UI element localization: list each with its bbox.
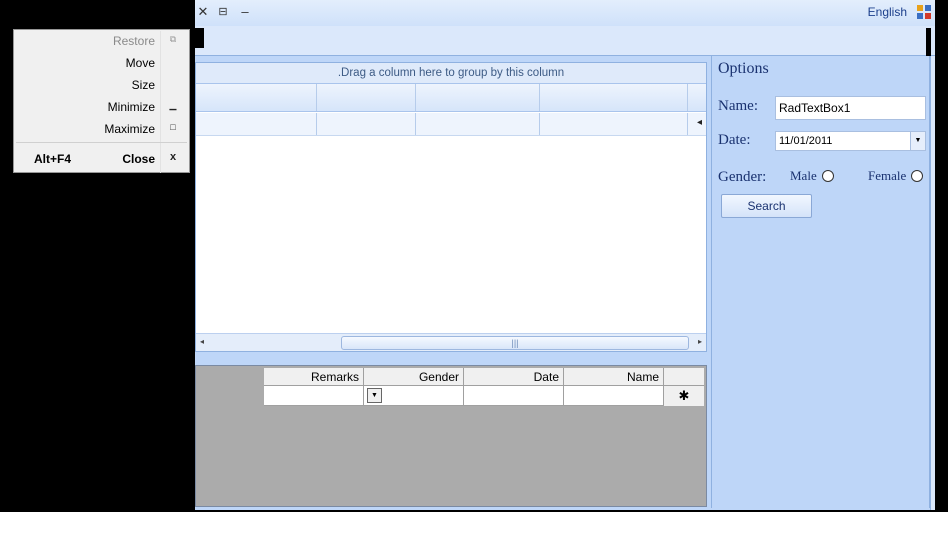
cell-divider: [316, 113, 317, 135]
close-shortcut: Alt+F4: [34, 152, 72, 166]
menu-item-label: Minimize: [107, 100, 155, 114]
desktop-bottom-strip: [0, 512, 948, 540]
menu-item-minimize[interactable]: Minimize ▁: [14, 96, 189, 118]
options-title: Options: [718, 60, 769, 77]
restore-icon: ⧉: [169, 34, 177, 44]
female-label[interactable]: Female: [868, 168, 906, 184]
options-panel: Options Name: RadTextBox1 Date: 11/01/20…: [711, 56, 930, 508]
menu-item-label: Size: [131, 78, 155, 92]
cell-divider: [687, 113, 688, 135]
menu-separator: [16, 142, 187, 143]
column-divider[interactable]: [415, 84, 416, 111]
window-right-edge: [930, 56, 935, 510]
horizontal-scrollbar[interactable]: ◂ ||| ▸: [196, 333, 706, 351]
column-divider[interactable]: [687, 84, 688, 111]
scroll-left-icon[interactable]: ◂: [200, 337, 204, 346]
cell-divider: [539, 113, 540, 135]
column-divider[interactable]: [316, 84, 317, 111]
menu-item-move[interactable]: Move: [14, 52, 189, 74]
language-selector[interactable]: English: [868, 5, 907, 19]
ribbon-bar: [195, 26, 935, 56]
new-row-marker-icon: ✱: [664, 386, 704, 406]
date-picker[interactable]: 11/01/2011 ▼: [775, 131, 926, 151]
app-logo-icon: [917, 5, 931, 19]
cell-divider: [415, 113, 416, 135]
female-radio[interactable]: [911, 170, 923, 182]
gender-label: Gender:: [718, 169, 767, 185]
system-menu: Restore ⧉ Move Size Minimize ▁ Maximize …: [13, 29, 190, 173]
menu-item-label: Maximize: [104, 122, 155, 136]
menu-item-label: Move: [125, 56, 155, 70]
column-header-date[interactable]: Date: [464, 368, 564, 385]
column-header-name[interactable]: Name: [564, 368, 664, 385]
remarks-cell[interactable]: [264, 386, 364, 405]
column-divider[interactable]: [539, 84, 540, 111]
grid-header-row: [196, 84, 706, 112]
ribbon-handle: [195, 28, 204, 48]
name-cell[interactable]: [564, 386, 664, 405]
group-panel[interactable]: .Drag a column here to group by this col…: [196, 63, 706, 84]
column-header-gender[interactable]: Gender: [364, 368, 464, 385]
scrollbar-thumb[interactable]: |||: [341, 336, 689, 350]
minimize-icon: ▁: [169, 100, 177, 110]
data-grid-view: Remarks Gender Date Name ▼ ✱: [195, 365, 707, 507]
menu-item-label: Close: [122, 152, 155, 166]
scroll-right-icon[interactable]: ▸: [698, 337, 702, 346]
menu-item-label: Restore: [112, 34, 155, 48]
close-icon: x: [169, 151, 177, 163]
row-indicator-icon: ◂: [696, 117, 702, 128]
name-label: Name:: [718, 98, 758, 114]
menu-item-maximize[interactable]: Maximize □: [14, 118, 189, 140]
chevron-down-icon[interactable]: ▼: [910, 132, 925, 150]
menu-item-restore[interactable]: Restore ⧉: [14, 30, 189, 52]
date-label: Date:: [718, 132, 751, 148]
ribbon-edge: [926, 28, 931, 56]
male-radio[interactable]: [822, 170, 834, 182]
title-bar: ✕ ⊟ – English: [195, 0, 935, 26]
dgv-new-row[interactable]: ▼ ✱: [264, 386, 704, 406]
dropdown-arrow-icon[interactable]: ▼: [367, 388, 382, 403]
column-header-remarks[interactable]: Remarks: [264, 368, 364, 385]
name-input[interactable]: RadTextBox1: [775, 96, 926, 120]
menu-item-size[interactable]: Size: [14, 74, 189, 96]
menu-item-close[interactable]: Alt+F4 Close x: [14, 148, 189, 170]
rad-grid: .Drag a column here to group by this col…: [195, 62, 707, 352]
male-label[interactable]: Male: [790, 168, 817, 184]
date-value: 11/01/2011: [779, 135, 833, 147]
search-button[interactable]: Search: [721, 194, 812, 218]
dgv-header-row: Remarks Gender Date Name: [264, 368, 704, 386]
maximize-icon: □: [170, 122, 176, 132]
grid-new-row[interactable]: ◂: [196, 113, 706, 136]
maximize-icon[interactable]: ⊟: [215, 4, 231, 20]
app-window: ✕ ⊟ – English .Drag a column here to gro…: [195, 0, 935, 510]
close-icon[interactable]: ✕: [195, 4, 211, 20]
date-cell[interactable]: [464, 386, 564, 405]
gender-cell[interactable]: ▼: [364, 386, 464, 405]
minimize-icon[interactable]: –: [237, 4, 253, 20]
